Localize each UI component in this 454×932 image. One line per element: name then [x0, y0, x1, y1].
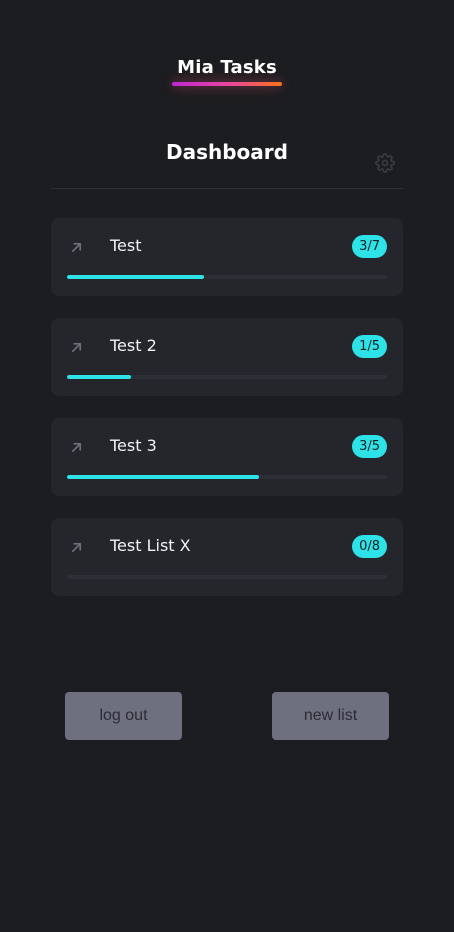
- progress-track: [67, 375, 387, 379]
- app-title-underline: [172, 82, 282, 86]
- list-name: Test 2: [110, 336, 157, 355]
- list-name: Test: [110, 236, 142, 255]
- list-card[interactable]: Test 3/7: [51, 218, 403, 296]
- arrow-up-right-icon: [69, 440, 83, 454]
- progress-fill: [67, 275, 204, 279]
- dashboard-page: Mia Tasks Dashboard Test 3/7 Test 2 1/5 Test…: [0, 0, 454, 932]
- arrow-up-right-icon: [69, 540, 83, 554]
- progress-badge: 3/5: [352, 435, 387, 458]
- list-card[interactable]: Test 3 3/5: [51, 418, 403, 496]
- header-divider: [51, 188, 403, 189]
- logout-button[interactable]: log out: [65, 692, 182, 740]
- gear-icon: [375, 153, 395, 173]
- progress-badge: 0/8: [352, 535, 387, 558]
- progress-badge: 3/7: [352, 235, 387, 258]
- new-list-button[interactable]: new list: [272, 692, 389, 740]
- progress-track: [67, 575, 387, 579]
- progress-track: [67, 275, 387, 279]
- list-name: Test List X: [110, 536, 191, 555]
- app-title: Mia Tasks: [177, 57, 277, 78]
- list-card[interactable]: Test 2 1/5: [51, 318, 403, 396]
- progress-track: [67, 475, 387, 479]
- progress-fill: [67, 475, 259, 479]
- progress-fill: [67, 375, 131, 379]
- progress-badge: 1/5: [352, 335, 387, 358]
- settings-button[interactable]: [374, 152, 396, 174]
- list-name: Test 3: [110, 436, 157, 455]
- arrow-up-right-icon: [69, 340, 83, 354]
- arrow-up-right-icon: [69, 240, 83, 254]
- list-card[interactable]: Test List X 0/8: [51, 518, 403, 596]
